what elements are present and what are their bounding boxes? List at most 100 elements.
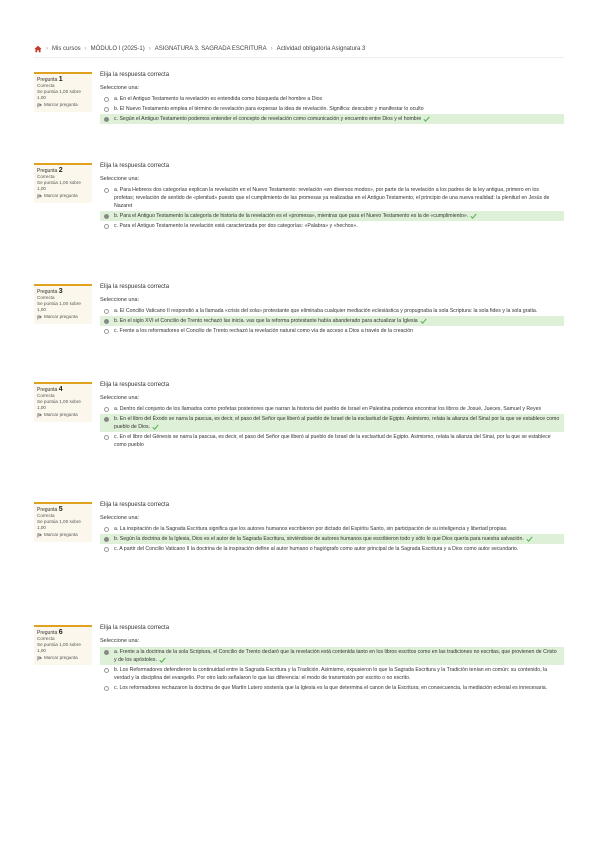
answer-radio[interactable] [104, 116, 109, 122]
question-info: Pregunta 3 Correcta Se puntúa 1,00 sobre 1… [34, 284, 92, 324]
flag-icon [37, 193, 42, 199]
answer-text: b. El Nuevo Testamento emplea el término… [114, 106, 424, 112]
flag-label: Marcar pregunta [44, 193, 78, 198]
breadcrumb-mis-cursos[interactable]: Mis cursos [52, 46, 81, 52]
answer-option[interactable]: c. Según el Antiguo Testamento podemos e… [100, 114, 564, 124]
answer-text: c. A partir del Concilio Vaticano II la … [114, 546, 519, 552]
question-score: Se puntúa 1,00 sobre 1,00 [37, 89, 81, 100]
answer-radio[interactable] [104, 308, 109, 314]
select-one-label: Seleccione una: [100, 638, 140, 644]
flag-icon [37, 412, 42, 418]
breadcrumb-asignatura[interactable]: ASIGNATURA 3. SAGRADA ESCRITURA [155, 46, 267, 52]
answer-option[interactable]: a. En el Antiguo Testamento la revelació… [100, 94, 564, 104]
flag-question-toggle[interactable]: Marcar pregunta [37, 314, 89, 320]
answer-option[interactable]: b. Según la doctrina de la Iglesia, Dios… [100, 534, 564, 544]
answer-option[interactable]: b. El Nuevo Testamento emplea el término… [100, 104, 564, 114]
question-score: Se puntúa 1,00 sobre 1,00 [37, 180, 81, 191]
answer-text: a. Para Hebreos dos categorías explican … [114, 187, 550, 209]
answer-text: b. Para el Antiguo Testamento la categor… [114, 212, 477, 220]
answer-list: a. La inspiración de la Sagrada Escritur… [100, 524, 564, 554]
answer-radio[interactable] [104, 526, 109, 532]
flag-icon [37, 314, 42, 320]
answer-radio[interactable] [104, 667, 109, 673]
breadcrumb-separator: › [46, 45, 48, 52]
answer-radio[interactable] [104, 213, 109, 219]
select-one-label: Seleccione una: [100, 297, 140, 303]
answer-text: c. Los reformadores rechazaron la doctri… [114, 685, 548, 691]
answer-option[interactable]: b. Para el Antiguo Testamento la categor… [100, 211, 564, 221]
answer-list: a. El Concilio Vaticano II respondió a l… [100, 306, 564, 336]
answer-list: a. Para Hebreos dos categorías explican … [100, 185, 564, 231]
breadcrumb-separator: › [84, 45, 87, 52]
question-info: Pregunta 2 Correcta Se puntúa 1,00 sobre 1… [34, 163, 92, 203]
answer-radio[interactable] [104, 187, 109, 193]
answer-radio[interactable] [104, 434, 109, 440]
answer-option[interactable]: c. Para el Antiguo Testamento la revelac… [100, 221, 564, 231]
flag-label: Marcar pregunta [44, 412, 78, 417]
answer-option[interactable]: c. Frente a los reformadores el Concilio… [100, 326, 564, 336]
flag-question-toggle[interactable]: Marcar pregunta [37, 193, 89, 199]
answer-radio[interactable] [104, 318, 109, 324]
answer-text: c. Frente a los reformadores el Concilio… [114, 328, 414, 334]
answer-radio[interactable] [104, 685, 109, 691]
answer-radio[interactable] [104, 406, 109, 412]
question-prompt: Elija la respuesta correcta [100, 625, 170, 631]
answer-text: a. El Concilio Vaticano II respondió a l… [114, 308, 538, 314]
flag-question-toggle[interactable]: Marcar pregunta [37, 412, 89, 418]
answer-option[interactable]: b. En el libro del Éxodo se narra la pas… [100, 414, 564, 432]
answer-text: a. En el Antiguo Testamento la revelació… [114, 96, 323, 102]
flag-question-toggle[interactable]: Marcar pregunta [37, 655, 89, 661]
answer-option[interactable]: b. Los Reformadores defendieron la conti… [100, 665, 564, 683]
question-prompt: Elija la respuesta correcta [100, 502, 170, 508]
answer-option[interactable]: b. En el siglo XVI el Concilio de Trento… [100, 316, 564, 326]
check-icon [152, 424, 159, 430]
answer-option[interactable]: a. El Concilio Vaticano II respondió a l… [100, 306, 564, 316]
flag-label: Marcar pregunta [44, 532, 78, 537]
question-info: Pregunta 1 Correcta Se puntúa 1,00 sobre 1… [34, 72, 92, 112]
question-score: Se puntúa 1,00 sobre 1,00 [37, 301, 81, 312]
question-score: Se puntúa 1,00 sobre 1,00 [37, 519, 81, 530]
flag-label: Marcar pregunta [44, 314, 78, 319]
answer-text: a. Frente a la doctrina de la sola Scrip… [114, 649, 557, 663]
answer-option[interactable]: a. Para Hebreos dos categorías explican … [100, 185, 564, 211]
question-content: Elija la respuesta correcta Seleccione un… [100, 382, 564, 450]
answer-text: b. En el siglo XVI el Concilio de Trento… [114, 317, 427, 325]
flag-question-toggle[interactable]: Marcar pregunta [37, 532, 89, 538]
select-one-label: Seleccione una: [100, 176, 140, 182]
question-score: Se puntúa 1,00 sobre 1,00 [37, 399, 81, 410]
answer-option[interactable]: a. La inspiración de la Sagrada Escritur… [100, 524, 564, 534]
home-icon[interactable] [34, 45, 42, 53]
question-content: Elija la respuesta correcta Seleccione un… [100, 625, 564, 693]
flag-label: Marcar pregunta [44, 102, 78, 107]
check-icon [470, 213, 477, 219]
breadcrumb-separator: › [270, 45, 273, 52]
question-info: Pregunta 4 Correcta Se puntúa 1,00 sobre 1… [34, 382, 92, 422]
question-number: 1 [58, 76, 63, 83]
flag-icon [37, 102, 42, 108]
answer-list: a. En el Antiguo Testamento la revelació… [100, 94, 564, 124]
question-prompt: Elija la respuesta correcta [100, 382, 170, 388]
question-content: Elija la respuesta correcta Seleccione un… [100, 284, 564, 336]
answer-option[interactable]: c. En el libro del Génesis se narra la p… [100, 432, 564, 450]
answer-option[interactable]: c. A partir del Concilio Vaticano II la … [100, 544, 564, 554]
answer-text: b. En el libro del Éxodo se narra la pas… [114, 416, 560, 430]
answer-radio[interactable] [104, 416, 109, 422]
answer-radio[interactable] [104, 536, 109, 542]
answer-text: b. Según la doctrina de la Iglesia, Dios… [114, 535, 533, 543]
breadcrumb-actividad[interactable]: Actividad obligatoria Asignatura 3 [277, 46, 366, 52]
check-icon [526, 536, 533, 542]
answer-radio[interactable] [104, 106, 109, 112]
answer-radio[interactable] [104, 223, 109, 229]
answer-radio[interactable] [104, 96, 109, 102]
answer-radio[interactable] [104, 546, 109, 552]
question-prompt: Elija la respuesta correcta [100, 72, 170, 78]
answer-radio[interactable] [104, 649, 109, 655]
answer-option[interactable]: c. Los reformadores rechazaron la doctri… [100, 683, 564, 693]
answer-radio[interactable] [104, 328, 109, 334]
answer-option[interactable]: a. Dentro del conjunto de los llamados c… [100, 404, 564, 414]
flag-icon [37, 655, 42, 661]
flag-question-toggle[interactable]: Marcar pregunta [37, 102, 89, 108]
answer-text: c. En el libro del Génesis se narra la p… [114, 434, 551, 448]
breadcrumb-modulo[interactable]: MÓDULO I (2025-1) [91, 46, 145, 52]
answer-option[interactable]: a. Frente a la doctrina de la sola Scrip… [100, 647, 564, 665]
